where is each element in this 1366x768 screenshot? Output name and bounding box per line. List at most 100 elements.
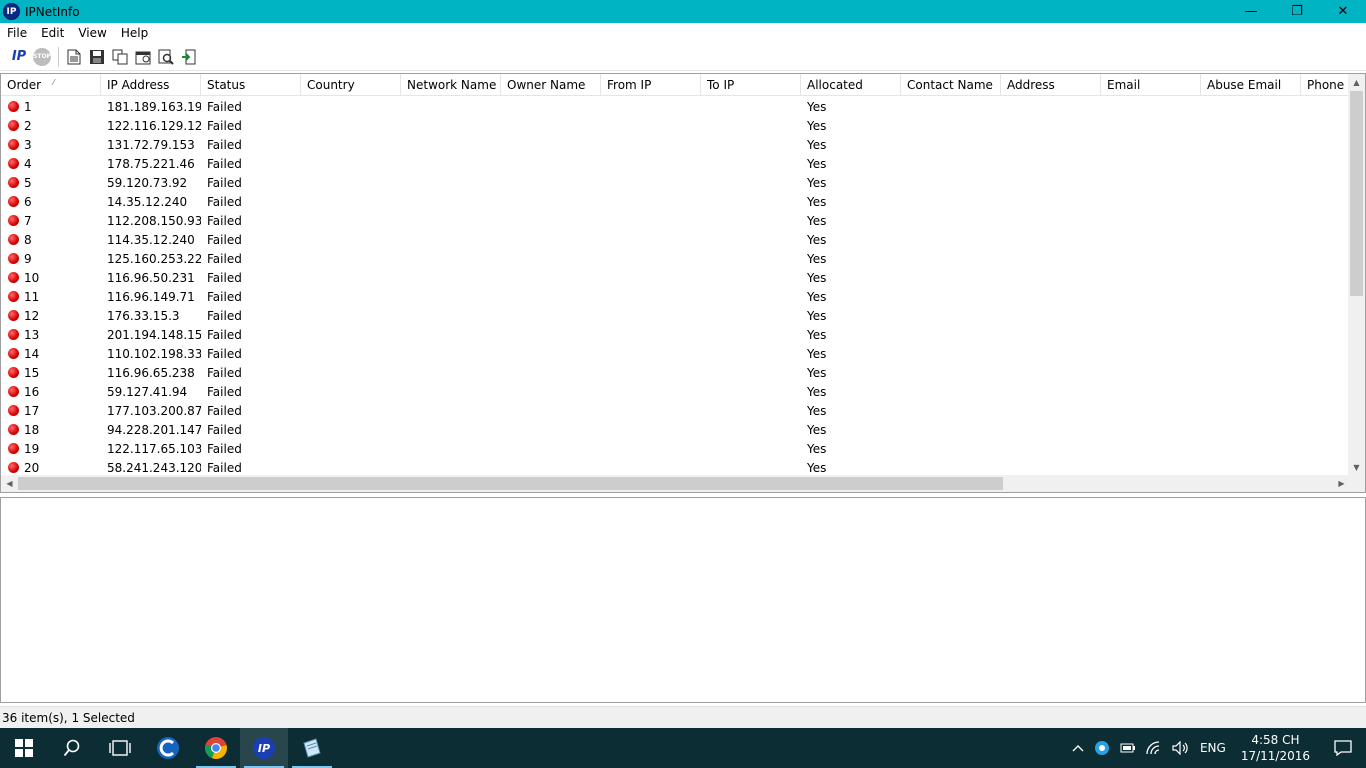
table-row[interactable]: 2 122.116.129.123 Failed Yes xyxy=(1,116,1350,135)
column-header-to-ip[interactable]: To IP xyxy=(701,74,801,95)
table-row[interactable]: 17 177.103.200.87 Failed Yes xyxy=(1,401,1350,420)
app-icon[interactable]: IP xyxy=(3,3,20,20)
task-view-button[interactable] xyxy=(96,728,144,768)
battery-button[interactable] xyxy=(1115,742,1141,754)
clock-date: 17/11/2016 xyxy=(1240,749,1310,763)
cell-ip-address: 94.228.201.147 xyxy=(107,422,201,437)
cell-allocated: Yes xyxy=(807,175,827,190)
cell-status: Failed xyxy=(207,232,242,247)
table-row[interactable]: 7 112.208.150.93 Failed Yes xyxy=(1,211,1350,230)
table-row[interactable]: 16 59.127.41.94 Failed Yes xyxy=(1,382,1350,401)
table-row[interactable]: 15 116.96.65.238 Failed Yes xyxy=(1,363,1350,382)
cell-status: Failed xyxy=(207,118,242,133)
column-header-status[interactable]: Status xyxy=(201,74,301,95)
tray-app-icon xyxy=(1094,741,1109,755)
close-button[interactable]: ✕ xyxy=(1320,0,1366,23)
scroll-up-arrow-icon[interactable]: ▲ xyxy=(1348,74,1365,91)
cell-allocated: Yes xyxy=(807,270,827,285)
copy-button[interactable] xyxy=(109,46,131,68)
clock[interactable]: 4:58 CH 17/11/2016 xyxy=(1231,732,1320,764)
table-row[interactable]: 10 116.96.50.231 Failed Yes xyxy=(1,268,1350,287)
restore-button[interactable]: ❐ xyxy=(1274,0,1320,23)
cell-ip-address: 59.127.41.94 xyxy=(107,384,188,399)
cell-order: 13 xyxy=(1,328,101,342)
column-header-allocated[interactable]: Allocated xyxy=(801,74,901,95)
vertical-scrollbar[interactable]: ▲ ▼ xyxy=(1348,74,1365,476)
status-failed-icon xyxy=(8,215,19,226)
column-header-country[interactable]: Country xyxy=(301,74,401,95)
status-text: 36 item(s), 1 Selected xyxy=(2,710,135,725)
menu-help[interactable]: Help xyxy=(114,26,155,40)
document-icon xyxy=(67,49,81,64)
enter-ip-button[interactable]: IP xyxy=(8,46,30,68)
order-number: 16 xyxy=(24,384,40,399)
menu-view[interactable]: View xyxy=(71,26,113,40)
order-number: 19 xyxy=(24,441,40,456)
ip-results-list[interactable]: Order ⁄ IP Address Status Country Network… xyxy=(0,73,1366,493)
table-row[interactable]: 11 116.96.149.71 Failed Yes xyxy=(1,287,1350,306)
cell-order: 14 xyxy=(1,347,101,361)
horizontal-scrollbar[interactable]: ◀ ▶ xyxy=(1,475,1350,492)
table-row[interactable]: 1 181.189.163.19 Failed Yes xyxy=(1,97,1350,116)
column-header-phone[interactable]: Phone xyxy=(1301,74,1350,95)
table-row[interactable]: 14 110.102.198.33 Failed Yes xyxy=(1,344,1350,363)
wifi-icon xyxy=(1146,741,1160,755)
table-row[interactable]: 13 201.194.148.150 Failed Yes xyxy=(1,325,1350,344)
scroll-down-arrow-icon[interactable]: ▼ xyxy=(1348,459,1365,476)
system-tray: ENG 4:58 CH 17/11/2016 xyxy=(1067,728,1366,768)
cell-status: Failed xyxy=(207,422,242,437)
column-header-abuse-email[interactable]: Abuse Email xyxy=(1201,74,1301,95)
table-row[interactable]: 9 125.160.253.223 Failed Yes xyxy=(1,249,1350,268)
cell-status: Failed xyxy=(207,327,242,342)
table-body: 1 181.189.163.19 Failed Yes 2 122.116.129.123… xyxy=(1,97,1350,477)
table-row[interactable]: 3 131.72.79.153 Failed Yes xyxy=(1,135,1350,154)
table-row[interactable]: 4 178.75.221.46 Failed Yes xyxy=(1,154,1350,173)
order-number: 18 xyxy=(24,422,40,437)
taskbar-ccleaner[interactable] xyxy=(144,728,192,768)
column-header-address[interactable]: Address xyxy=(1001,74,1101,95)
properties-button[interactable] xyxy=(132,46,154,68)
table-row[interactable]: 6 14.35.12.240 Failed Yes xyxy=(1,192,1350,211)
table-row[interactable]: 19 122.117.65.103 Failed Yes xyxy=(1,439,1350,458)
taskbar-notepad[interactable] xyxy=(288,728,336,768)
table-row[interactable]: 18 94.228.201.147 Failed Yes xyxy=(1,420,1350,439)
menu-edit[interactable]: Edit xyxy=(34,26,71,40)
cell-status: Failed xyxy=(207,137,242,152)
vertical-scroll-thumb[interactable] xyxy=(1350,91,1363,296)
column-header-order[interactable]: Order ⁄ xyxy=(1,74,101,95)
start-button[interactable] xyxy=(0,728,48,768)
menu-file[interactable]: File xyxy=(0,26,34,40)
column-header-owner-name[interactable]: Owner Name xyxy=(501,74,601,95)
html-report-button[interactable] xyxy=(63,46,85,68)
status-failed-icon xyxy=(8,139,19,150)
action-center-button[interactable] xyxy=(1320,740,1366,756)
tray-app-button[interactable] xyxy=(1089,740,1115,756)
taskbar-ipnetinfo[interactable]: IP xyxy=(240,728,288,768)
volume-button[interactable] xyxy=(1167,741,1195,755)
column-header-contact-name[interactable]: Contact Name xyxy=(901,74,1001,95)
exit-button[interactable] xyxy=(178,46,200,68)
details-pane[interactable] xyxy=(0,497,1366,703)
scroll-left-arrow-icon[interactable]: ◀ xyxy=(1,475,18,492)
network-button[interactable] xyxy=(1141,741,1167,755)
language-indicator[interactable]: ENG xyxy=(1195,741,1231,755)
search-icon xyxy=(158,49,174,65)
table-row[interactable]: 8 114.35.12.240 Failed Yes xyxy=(1,230,1350,249)
taskbar-chrome[interactable] xyxy=(192,728,240,768)
horizontal-scroll-thumb[interactable] xyxy=(18,477,1003,490)
minimize-button[interactable]: — xyxy=(1228,0,1274,23)
search-button[interactable] xyxy=(48,728,96,768)
cell-status: Failed xyxy=(207,194,242,209)
table-row[interactable]: 5 59.120.73.92 Failed Yes xyxy=(1,173,1350,192)
table-row[interactable]: 12 176.33.15.3 Failed Yes xyxy=(1,306,1350,325)
column-header-ip-address[interactable]: IP Address xyxy=(101,74,201,95)
title-bar[interactable]: IP IPNetInfo — ❐ ✕ xyxy=(0,0,1366,23)
column-header-network-name[interactable]: Network Name xyxy=(401,74,501,95)
column-header-from-ip[interactable]: From IP xyxy=(601,74,701,95)
column-header-email[interactable]: Email xyxy=(1101,74,1201,95)
stop-button[interactable]: STOP xyxy=(31,46,53,68)
find-button[interactable] xyxy=(155,46,177,68)
show-hidden-icons-button[interactable] xyxy=(1067,744,1089,752)
save-button[interactable] xyxy=(86,46,108,68)
cell-status: Failed xyxy=(207,403,242,418)
